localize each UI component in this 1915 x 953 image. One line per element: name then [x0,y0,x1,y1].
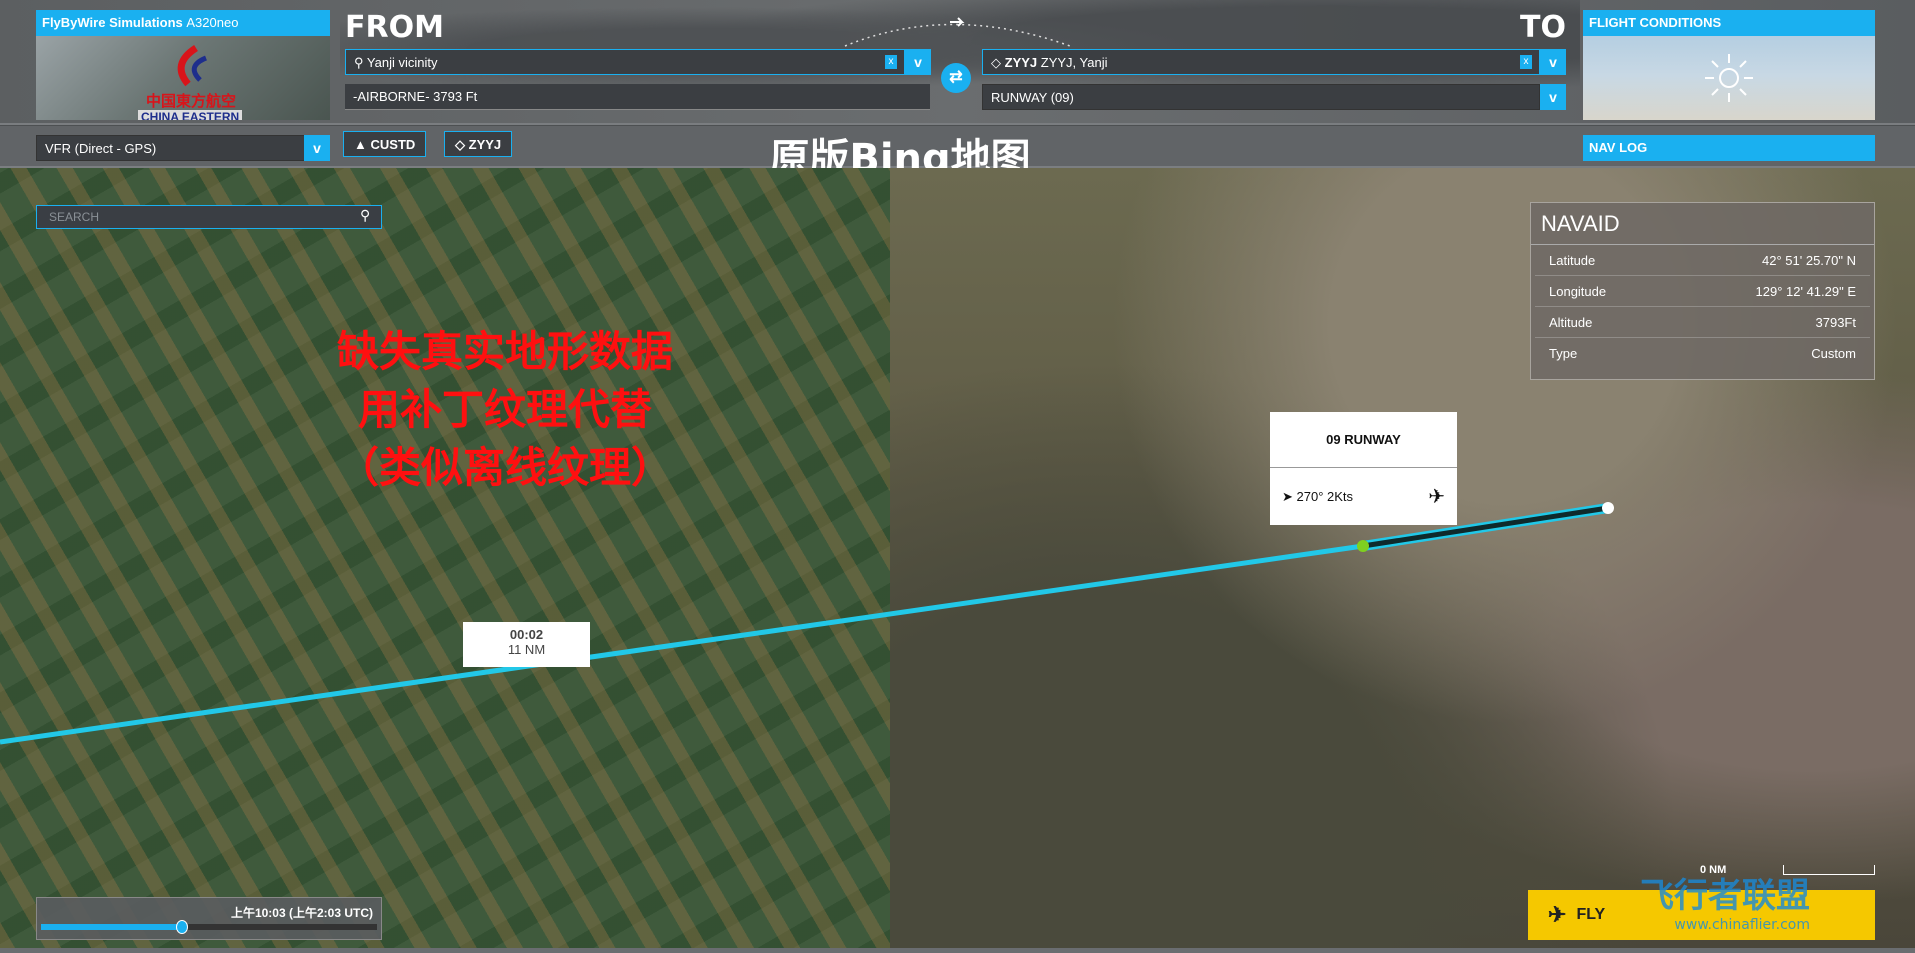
time-slider-fill [41,924,183,930]
to-chevron-down-icon[interactable]: v [1540,49,1566,75]
runway-popup[interactable]: 09 RUNWAY ➤ 270° 2Kts ✈ [1270,412,1457,525]
watermark-url: www.chinaflier.com [1674,917,1810,933]
to-label: TO [1520,10,1566,45]
row-label: Type [1549,346,1578,361]
map-search-input[interactable]: SEARCH [36,205,382,229]
livery-en: CHINA EASTERN [138,110,243,120]
row-value: 129° 12' 41.29" E [1755,283,1856,299]
runway-end-marker [1602,502,1614,514]
row-value: Custom [1811,346,1856,361]
to-clear-button[interactable]: x [1520,55,1532,69]
watermark-logo: 飞行者联盟 www.chinaflier.com [1640,868,1810,933]
waypoint-custd-button[interactable]: ▲ CUSTD [343,131,427,157]
row-label: Altitude [1549,314,1593,330]
flight-type-chevron-down-icon[interactable]: v [304,135,330,161]
navaid-row: Latitude 42° 51' 25.70" N [1535,245,1870,276]
sun-icon [1705,54,1753,102]
aircraft-publisher: FlyByWire Simulations [42,15,183,30]
from-chevron-down-icon[interactable]: v [905,49,931,75]
time-slider[interactable] [41,920,377,934]
wind-value: 270° 2Kts [1296,488,1354,504]
runway-title: 09 RUNWAY [1270,412,1457,468]
to-location-field[interactable]: ◇ ZYYJ ZYYJ, Yanji [982,49,1540,75]
navaid-row: Type Custom [1535,338,1870,369]
watermark-cn: 飞行者联盟 [1640,876,1810,916]
aircraft-model: A320neo [186,15,239,30]
to-location-value: ZYYJ, Yanji [1040,55,1108,70]
from-detail-field[interactable]: -AIRBORNE- 3793 Ft [345,84,930,110]
navaid-row: Longitude 129° 12' 41.29" E [1535,276,1870,307]
time-slider-handle[interactable] [176,920,189,934]
pin-icon: ⚲ [354,55,364,70]
to-icao: ZYYJ [1004,55,1038,70]
annotation-line: 用补丁纹理代替 [357,385,652,434]
livery-cn: 中国東方航空 [146,92,237,110]
flight-type-select[interactable]: VFR (Direct - GPS) [36,135,306,161]
takeoff-icon: ✈ [1548,902,1567,927]
flight-conditions-panel[interactable]: FLIGHT CONDITIONS [1583,10,1875,120]
search-icon[interactable]: ⚲ [360,207,370,224]
from-location-field[interactable]: ⚲ Yanji vicinity [345,49,905,75]
from-location-value: Yanji vicinity [366,55,438,70]
aircraft-selector[interactable]: FlyByWire Simulations A320neo 中国東方航空 CHI… [36,10,330,120]
swap-button[interactable]: ⇄ [941,63,971,93]
from-label: FROM [345,10,444,45]
row-value: 42° 51' 25.70" N [1762,252,1856,268]
flight-conditions-label: FLIGHT CONDITIONS [1583,10,1875,36]
leg-label: 00:02 11 NM [463,622,590,667]
leg-distance: 11 NM [507,642,546,657]
row-value: 3793Ft [1815,314,1856,330]
nav-log-button[interactable]: NAV LOG [1583,135,1875,161]
windsock-icon: ➤ [1282,488,1293,504]
waypoint-zyyj-button[interactable]: ◇ ZYYJ [444,131,513,157]
to-runway-select[interactable]: RUNWAY (09) [982,84,1540,110]
china-eastern-logo [177,45,208,87]
triangle-icon: ▲ [354,137,367,152]
annotation-line: （类似离线纹理） [336,443,673,492]
aircraft-image: 中国東方航空 CHINA EASTERN [36,36,330,120]
bottom-edge [0,948,1915,953]
fly-label: FLY [1576,906,1606,923]
waypoint-label: CUSTD [370,137,416,152]
world-map[interactable]: SEARCH ⚲ 缺失真实地形数据 用补丁纹理代替 （类似离线纹理） NAVAI… [0,168,1915,950]
airport-icon: ◇ [455,137,465,152]
from-clear-button[interactable]: x [885,55,897,69]
runway-threshold-marker [1357,540,1369,552]
runway-chevron-down-icon[interactable]: v [1540,84,1566,110]
row-label: Longitude [1549,283,1607,299]
annotation-line: 缺失真实地形数据 [336,327,673,376]
leg-time: 00:02 [509,627,544,642]
flight-arc-icon [844,17,1071,47]
annotation-text: 缺失真实地形数据 用补丁纹理代替 （类似离线纹理） [255,323,755,497]
waypoint-label: ZYYJ [468,137,502,152]
landing-icon: ✈ [1428,486,1445,508]
navaid-row: Altitude 3793Ft [1535,307,1870,338]
time-slider-panel: 上午10:03 (上午2:03 UTC) [36,897,382,940]
route-line [0,543,1364,745]
time-label: 上午10:03 (上午2:03 UTC) [230,906,373,920]
navaid-title: NAVAID [1531,203,1874,245]
navaid-panel: NAVAID Latitude 42° 51' 25.70" N Longitud… [1530,202,1875,380]
row-label: Latitude [1549,252,1596,268]
airport-icon: ◇ [991,55,1001,70]
